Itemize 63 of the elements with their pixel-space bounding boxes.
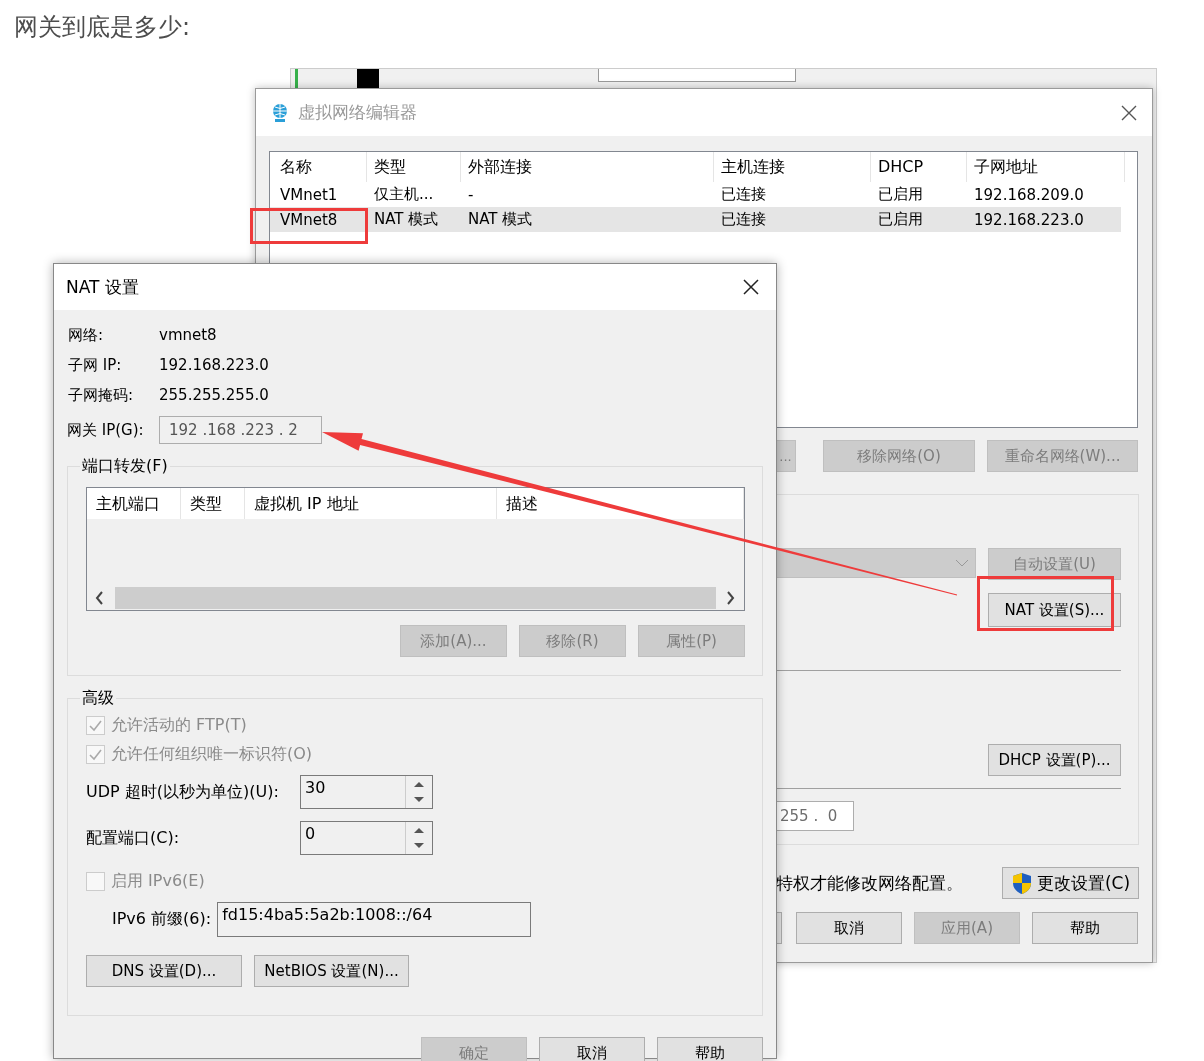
column-header: 外部连接 — [461, 152, 714, 182]
table-cell-text: NAT 模式 — [373, 210, 440, 229]
settings-button[interactable]: DNS 设置(D)... — [86, 955, 242, 987]
window-title: NAT 设置 — [66, 275, 139, 299]
globe-icon — [270, 102, 290, 123]
check-icon — [88, 719, 103, 732]
table-cell-text: 已启用 — [877, 185, 924, 204]
group-label: 端口转发(F) — [81, 456, 169, 477]
field-label: 子网掩码: — [68, 385, 135, 405]
field-label: 网络: — [68, 325, 105, 345]
check-icon — [88, 748, 103, 761]
checkbox-label: 允许任何组织唯一标识符(O) — [111, 744, 313, 765]
chevron-icon — [955, 558, 969, 568]
column-header: 类型 — [181, 488, 245, 519]
prefix-field[interactable]: fd15:4ba5:5a2b:1008::/64 — [217, 901, 532, 937]
heading: 网关到底是多少: — [13, 12, 192, 43]
checkbox-label: 启用 IPv6(E) — [111, 871, 205, 892]
settings-button[interactable]: NetBIOS 设置(N)... — [254, 955, 409, 987]
close-icon[interactable] — [1120, 103, 1138, 122]
group-label: 高级 — [81, 688, 115, 709]
table-cell-text: 已连接 — [720, 210, 767, 229]
dialog-button[interactable]: 帮助 — [1032, 912, 1138, 944]
table-cell-text: 仅主机... — [373, 185, 435, 204]
column-header: DHCP — [871, 152, 967, 182]
table-cell-text: NAT 模式 — [467, 210, 534, 229]
table-row[interactable]: VMnet1 仅主机... - 已连接 已启用 192.168.209.0 — [270, 182, 1137, 207]
dialog-button[interactable]: 取消 — [796, 912, 902, 944]
field-label: 配置端口(C): — [86, 827, 181, 849]
table-cell-text: - — [467, 185, 475, 204]
table-cell-text: VMnet8 — [279, 210, 339, 229]
column-header: 名称 — [273, 152, 367, 182]
table-cell-text: 已启用 — [877, 210, 924, 229]
window-title: 虚拟网络编辑器 — [298, 101, 418, 124]
field-value: vmnet8 — [159, 326, 217, 344]
close-icon[interactable] — [742, 278, 760, 296]
column-header: 子网地址 — [967, 152, 1125, 182]
scroll-left-icon[interactable] — [95, 590, 105, 605]
table-cell-text: 已连接 — [720, 185, 767, 204]
dialog-button[interactable]: 取消 — [539, 1037, 645, 1061]
mask-field[interactable]: 255 . 0 — [776, 801, 854, 831]
field-label: 网关 IP(G): — [67, 420, 145, 440]
nat-settings-button[interactable]: NAT 设置(S)... — [988, 593, 1121, 627]
table-cell-text: 192.168.223.0 — [973, 210, 1085, 229]
field-value: 255.255.255.0 — [159, 386, 269, 404]
field-value: 192.168.223.0 — [159, 356, 269, 374]
table-cell-text: VMnet1 — [279, 185, 339, 204]
column-header: 主机端口 — [87, 488, 181, 519]
scroll-right-icon[interactable] — [726, 590, 736, 605]
change-settings-button[interactable]: 更改设置(C) — [1002, 867, 1139, 899]
column-header: 主机连接 — [714, 152, 871, 182]
column-header: 类型 — [367, 152, 461, 182]
scrollbar-thumb[interactable] — [115, 586, 716, 609]
field-label: UDP 超时(以秒为单位)(U): — [86, 781, 280, 803]
field-label: 子网 IP: — [68, 355, 123, 375]
checkbox-label: 允许活动的 FTP(T) — [111, 715, 247, 736]
table-row[interactable]: VMnet8 NAT 模式 NAT 模式 已连接 已启用 192.168.223.0 — [270, 207, 1121, 232]
dialog-button[interactable]: 帮助 — [657, 1037, 763, 1061]
column-header: 虚拟机 IP 地址 — [245, 488, 497, 519]
table-cell-text: 192.168.209.0 — [973, 185, 1085, 204]
shield-icon — [1010, 871, 1033, 895]
field-label: IPv6 前缀(6): — [112, 908, 212, 930]
dhcp-settings-button[interactable]: DHCP 设置(P)... — [988, 744, 1121, 776]
admin-note: 特权才能修改网络配置。 — [776, 871, 963, 895]
